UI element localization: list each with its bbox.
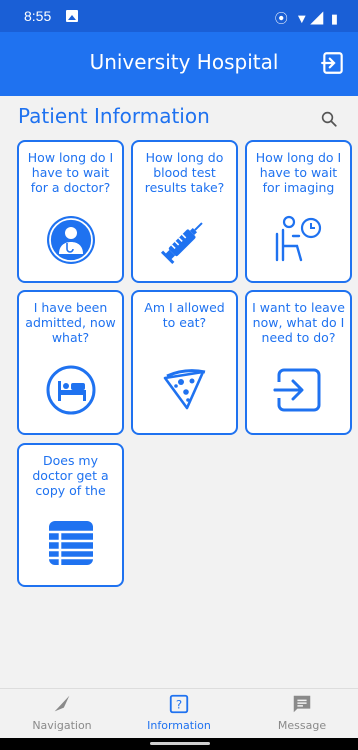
waiting-patient-icon	[275, 215, 321, 262]
status-bar: 8:55 ⦿ ▼◢ ▮	[0, 0, 358, 32]
home-indicator[interactable]	[150, 742, 210, 745]
card-label: How long do blood test results take?	[144, 150, 225, 195]
logout-icon[interactable]	[320, 50, 346, 76]
section-title: Patient Information	[18, 104, 210, 128]
nav-label: Navigation	[32, 719, 92, 732]
syringe-icon	[160, 222, 203, 265]
card-allowed-to-eat[interactable]: Am I allowed to eat?	[131, 290, 238, 435]
nav-navigation[interactable]: Navigation	[12, 693, 112, 737]
card-label: Am I allowed to eat?	[144, 300, 225, 330]
card-label: I have been admitted, now what?	[25, 300, 116, 345]
nav-information[interactable]: ? Information	[129, 693, 229, 737]
search-icon[interactable]	[320, 110, 338, 128]
card-label: How long do I have to wait for a doctor?	[27, 150, 114, 195]
app-bar: University Hospital	[0, 32, 358, 96]
card-doctor-copy[interactable]: Does my doctor get a copy of the	[17, 443, 124, 587]
card-wait-for-imaging[interactable]: How long do I have to wait for imaging	[245, 140, 352, 283]
nav-label: Message	[277, 719, 327, 732]
message-icon	[293, 695, 311, 713]
status-time: 8:55	[24, 8, 52, 24]
list-icon	[48, 521, 93, 565]
hospital-bed-icon	[46, 365, 95, 415]
pizza-icon	[163, 369, 205, 410]
system-home-bar	[0, 738, 358, 750]
question-box-icon: ?	[169, 694, 189, 714]
card-label: How long do I have to wait for imaging	[255, 150, 342, 195]
image-notification-icon	[66, 10, 78, 22]
doctor-icon	[46, 216, 95, 264]
card-wait-for-doctor[interactable]: How long do I have to wait for a doctor?	[17, 140, 124, 283]
exit-icon	[273, 368, 320, 412]
card-label: Does my doctor get a copy of the	[32, 453, 109, 498]
system-status-icons: ⦿ ▼◢ ▮	[274, 11, 340, 26]
app-title: University Hospital	[89, 50, 279, 74]
card-leave-now[interactable]: I want to leave now, what do I need to d…	[245, 290, 352, 435]
bottom-navigation: Navigation ? Information Message	[0, 688, 358, 738]
card-blood-test[interactable]: How long do blood test results take?	[131, 140, 238, 283]
svg-text:?: ?	[176, 698, 182, 712]
compass-icon	[54, 695, 70, 712]
nav-message[interactable]: Message	[252, 693, 352, 737]
nav-label: Information	[147, 719, 211, 732]
card-admitted[interactable]: I have been admitted, now what?	[17, 290, 124, 435]
card-label: I want to leave now, what do I need to d…	[252, 300, 345, 345]
